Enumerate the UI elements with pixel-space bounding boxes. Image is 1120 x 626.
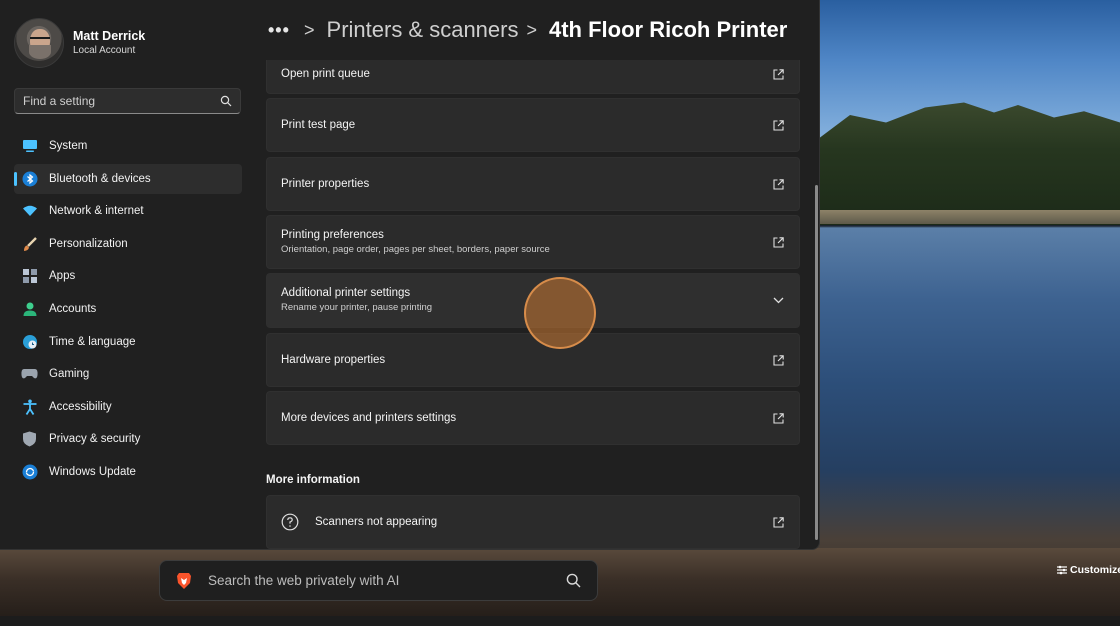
sidebar-item-accounts[interactable]: Accounts: [14, 294, 242, 324]
sidebar-item-label: Accessibility: [49, 400, 112, 413]
avatar-glasses: [30, 37, 50, 42]
scanners-not-appearing-row[interactable]: Scanners not appearing: [266, 495, 800, 549]
more-information-heading: More information: [266, 474, 360, 486]
setting-title: Print test page: [281, 118, 356, 131]
bluetooth-icon: [21, 170, 38, 187]
print-test-page-row[interactable]: Print test page: [266, 98, 800, 152]
sidebar-item-label: Time & language: [49, 335, 136, 348]
external-link-icon[interactable]: [771, 177, 785, 191]
sidebar-item-network-internet[interactable]: Network & internet: [14, 196, 242, 226]
search-icon[interactable]: [566, 573, 581, 588]
scrollbar[interactable]: [815, 185, 818, 540]
sidebar-item-system[interactable]: System: [14, 131, 242, 161]
globe-clock-icon: [21, 333, 38, 350]
wallpaper-shore: [820, 210, 1120, 224]
wifi-icon: [21, 203, 38, 220]
sidebar-item-apps[interactable]: Apps: [14, 261, 242, 291]
accessibility-icon: [21, 398, 38, 415]
chevron-down-icon[interactable]: [771, 294, 785, 308]
help-icon: [281, 513, 299, 531]
sidebar-item-bluetooth-devices[interactable]: Bluetooth & devices: [14, 163, 242, 194]
setting-title: Printing preferences: [281, 228, 384, 241]
account-type: Local Account: [73, 45, 136, 56]
web-search-placeholder: Search the web privately with AI: [208, 573, 400, 588]
taskbar: [0, 616, 1120, 626]
more-devices-printers-settings-row[interactable]: More devices and printers settings: [266, 391, 800, 445]
brush-icon: [21, 235, 38, 252]
external-link-icon[interactable]: [771, 353, 785, 367]
apps-icon: [21, 268, 38, 285]
customize-button[interactable]: Customize: [1057, 564, 1120, 576]
sidebar-item-label: Gaming: [49, 368, 90, 381]
user-name: Matt Derrick: [73, 29, 146, 43]
sidebar-item-label: Windows Update: [49, 465, 136, 478]
profile-text: Matt Derrick Local Account: [73, 28, 145, 58]
person-icon: [21, 300, 38, 317]
sliders-icon: [1057, 565, 1067, 575]
printer-properties-row[interactable]: Printer properties: [266, 157, 800, 211]
settings-search-input[interactable]: [23, 94, 220, 108]
card-text: Printing preferences Orientation, page o…: [281, 228, 771, 257]
card-text: Printer properties: [281, 177, 771, 192]
sidebar-item-label: Bluetooth & devices: [49, 172, 151, 185]
settings-content: Open print queue Print test page Printer…: [266, 0, 800, 549]
sidebar-item-time-language[interactable]: Time & language: [14, 327, 242, 357]
hardware-properties-row[interactable]: Hardware properties: [266, 333, 800, 387]
gamepad-icon: [21, 366, 38, 383]
search-icon[interactable]: [220, 95, 232, 107]
printing-preferences-row[interactable]: Printing preferences Orientation, page o…: [266, 215, 800, 269]
external-link-icon[interactable]: [771, 67, 785, 81]
card-text: More devices and printers settings: [281, 411, 771, 426]
breadcrumb-more-button[interactable]: •••: [268, 20, 296, 41]
sidebar-item-label: System: [49, 140, 88, 152]
chevron-right-icon: >: [526, 19, 537, 40]
wallpaper-hills: [820, 102, 1120, 225]
setting-title: Printer properties: [281, 177, 370, 190]
sidebar-item-personalization[interactable]: Personalization: [14, 229, 242, 259]
setting-title: Open print queue: [281, 67, 370, 80]
sidebar-item-gaming[interactable]: Gaming: [14, 359, 242, 389]
user-profile[interactable]: Matt Derrick Local Account: [14, 18, 145, 68]
page-title: 4th Floor Ricoh Printer: [549, 17, 788, 42]
avatar: [14, 18, 64, 68]
sidebar-item-label: Privacy & security: [49, 433, 141, 446]
chevron-right-icon: >: [304, 19, 315, 40]
external-link-icon[interactable]: [771, 235, 785, 249]
setting-description: Orientation, page order, pages per sheet…: [281, 243, 550, 255]
update-icon: [21, 463, 38, 480]
brave-browser-icon: [177, 572, 191, 589]
cursor-highlight: [524, 277, 596, 349]
avatar-beard: [29, 45, 51, 59]
settings-search-box[interactable]: [14, 88, 241, 114]
sidebar-item-label: Personalization: [49, 237, 128, 250]
card-text: Print test page: [281, 118, 771, 133]
system-icon: [21, 138, 38, 155]
sidebar-item-label: Network & internet: [49, 205, 144, 218]
customize-label: Customize: [1070, 564, 1120, 576]
external-link-icon[interactable]: [771, 515, 785, 529]
breadcrumb: ••• > Printers & scanners > 4th Floor Ri…: [256, 0, 819, 60]
card-text: Open print queue: [281, 67, 771, 82]
sidebar-item-accessibility[interactable]: Accessibility: [14, 392, 242, 422]
card-text: Scanners not appearing: [315, 515, 771, 530]
card-text: Hardware properties: [281, 353, 771, 368]
settings-window: Matt Derrick Local Account System: [0, 0, 820, 550]
external-link-icon[interactable]: [771, 118, 785, 132]
sidebar-item-privacy-security[interactable]: Privacy & security: [14, 424, 242, 454]
setting-title: Scanners not appearing: [315, 515, 438, 528]
external-link-icon[interactable]: [771, 411, 785, 425]
sidebar-item-windows-update[interactable]: Windows Update: [14, 457, 242, 487]
sidebar-item-label: Apps: [49, 270, 76, 283]
web-search-bar[interactable]: Search the web privately with AI: [159, 560, 598, 601]
sidebar-item-label: Accounts: [49, 302, 97, 315]
breadcrumb-printers-scanners[interactable]: Printers & scanners: [327, 17, 519, 43]
setting-title: Hardware properties: [281, 353, 386, 366]
shield-icon: [21, 431, 38, 448]
sidebar-nav: System Bluetooth & devices Network & int…: [14, 131, 242, 490]
setting-title: More devices and printers settings: [281, 411, 457, 424]
sidebar: Matt Derrick Local Account System: [0, 0, 256, 549]
